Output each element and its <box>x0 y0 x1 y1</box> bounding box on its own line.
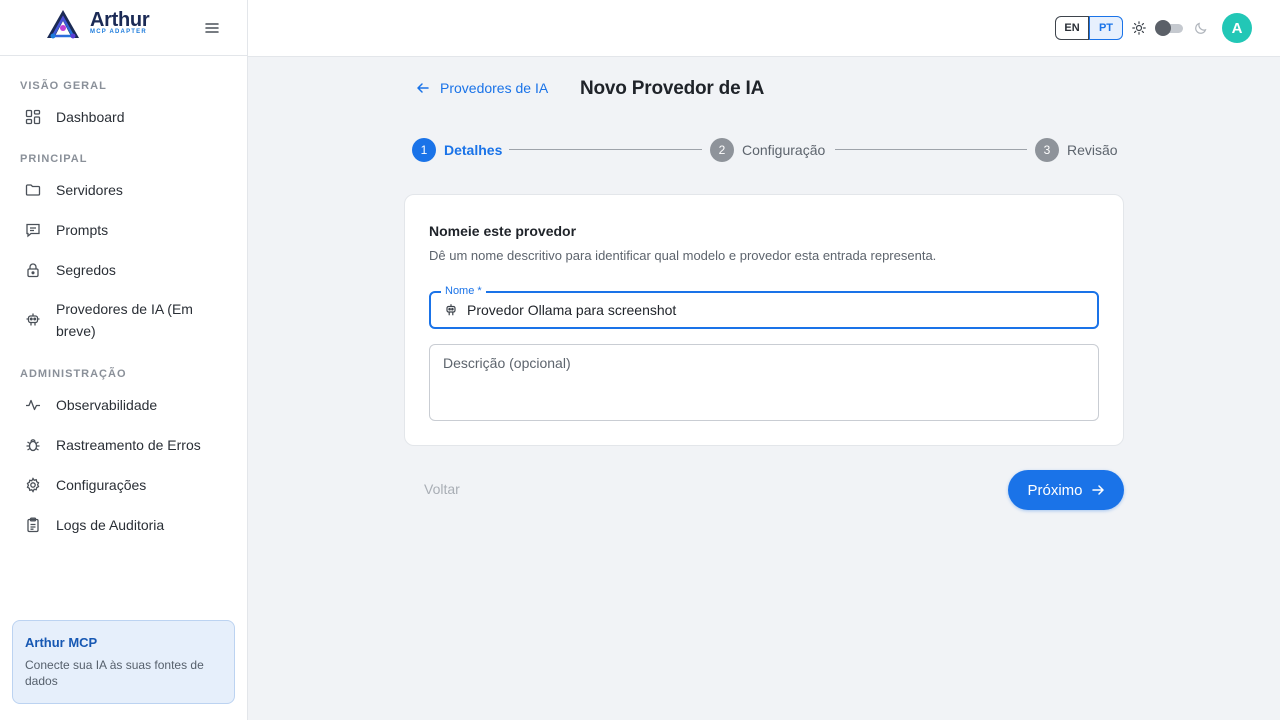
section-label-principal: PRINCIPAL <box>20 153 88 165</box>
brand-subtitle: MCP ADAPTER <box>90 29 147 35</box>
step-1-circle: 1 <box>412 138 436 162</box>
step-2-label: Configuração <box>742 142 826 158</box>
section-label-administration: ADMINISTRAÇÃO <box>20 368 127 380</box>
sidebar-item-prompts[interactable]: Prompts <box>12 218 236 242</box>
brand-header: Arthur MCP ADAPTER <box>0 0 247 56</box>
gear-icon <box>24 476 42 494</box>
sidebar-item-servers[interactable]: Servidores <box>12 178 236 202</box>
arrow-right-icon <box>1091 485 1104 495</box>
provider-details-card: Nomeie este provedor Dê um nome descriti… <box>404 194 1124 446</box>
promo-title: Arthur MCP <box>25 635 98 650</box>
sidebar-item-dashboard[interactable]: Dashboard <box>12 105 236 129</box>
arthur-logo-icon <box>47 10 79 39</box>
sidebar-item-label: Rastreamento de Erros <box>56 437 201 453</box>
name-field: Nome * <box>429 285 1099 329</box>
message-icon <box>24 221 42 239</box>
sun-icon <box>1132 21 1146 35</box>
description-field <box>429 344 1099 421</box>
step-connector <box>509 149 702 150</box>
name-input[interactable] <box>467 300 1087 320</box>
step-3-circle: 3 <box>1035 138 1059 162</box>
theme-toggle[interactable] <box>1155 20 1185 36</box>
name-field-label: Nome * <box>441 285 486 297</box>
sidebar: Arthur MCP ADAPTER VISÃO GERAL Dashboard… <box>0 0 248 720</box>
arrow-left-icon <box>417 83 429 93</box>
language-switcher: EN PT <box>1055 16 1123 40</box>
lock-icon <box>24 261 42 279</box>
theme-toggle-knob <box>1155 20 1171 36</box>
back-to-providers-link[interactable]: Provedores de IA <box>416 80 548 96</box>
sidebar-item-secrets[interactable]: Segredos <box>12 258 236 282</box>
sidebar-item-label: Provedores de IA (Em breve) <box>56 301 193 339</box>
card-title: Nomeie este provedor <box>429 223 577 239</box>
activity-icon <box>24 396 42 414</box>
sidebar-item-label: Dashboard <box>56 109 125 125</box>
sidebar-item-label: Servidores <box>56 182 123 198</box>
robot-icon <box>24 311 42 329</box>
top-bar: EN PT A <box>248 0 1280 57</box>
sidebar-item-label: Logs de Auditoria <box>56 517 165 533</box>
language-en-button[interactable]: EN <box>1055 16 1089 40</box>
back-button[interactable]: Voltar <box>424 481 460 497</box>
clipboard-icon <box>24 516 42 534</box>
stepper: 1 Detalhes 2 Configuração 3 Revisão <box>412 138 1124 162</box>
sidebar-item-settings[interactable]: Configurações <box>12 473 236 497</box>
promo-card: Arthur MCP Conecte sua IA às suas fontes… <box>12 620 235 704</box>
step-3-label: Revisão <box>1067 142 1118 158</box>
sidebar-item-observability[interactable]: Observabilidade <box>12 393 236 417</box>
next-button-label: Próximo <box>1027 481 1083 499</box>
step-1-label: Detalhes <box>444 142 503 158</box>
description-input[interactable] <box>443 355 1083 411</box>
step-2-circle: 2 <box>710 138 734 162</box>
moon-icon <box>1195 22 1207 34</box>
page-title: Novo Provedor de IA <box>580 78 765 99</box>
sidebar-item-label: Prompts <box>56 222 109 238</box>
step-connector <box>835 149 1027 150</box>
sidebar-item-label: Observabilidade <box>56 397 158 413</box>
sidebar-item-error-tracking[interactable]: Rastreamento de Erros <box>12 433 236 457</box>
avatar[interactable]: A <box>1222 13 1252 43</box>
section-label-overview: VISÃO GERAL <box>20 80 107 92</box>
hamburger-menu-icon[interactable] <box>204 20 220 36</box>
sidebar-item-label: Segredos <box>56 262 116 278</box>
sidebar-item-ai-providers[interactable]: Provedores de IA (Em breve) <box>12 298 236 342</box>
dashboard-icon <box>24 108 42 126</box>
promo-text: Conecte sua IA às suas fontes de dados <box>25 658 204 688</box>
robot-icon <box>446 304 456 316</box>
sidebar-item-audit-logs[interactable]: Logs de Auditoria <box>12 513 236 537</box>
language-pt-button[interactable]: PT <box>1089 16 1123 40</box>
card-description: Dê um nome descritivo para identificar q… <box>429 248 937 263</box>
bug-icon <box>24 436 42 454</box>
sidebar-item-label: Configurações <box>56 477 147 493</box>
next-button[interactable]: Próximo <box>1008 470 1124 510</box>
folder-icon <box>24 181 42 199</box>
back-link-label: Provedores de IA <box>440 80 549 96</box>
